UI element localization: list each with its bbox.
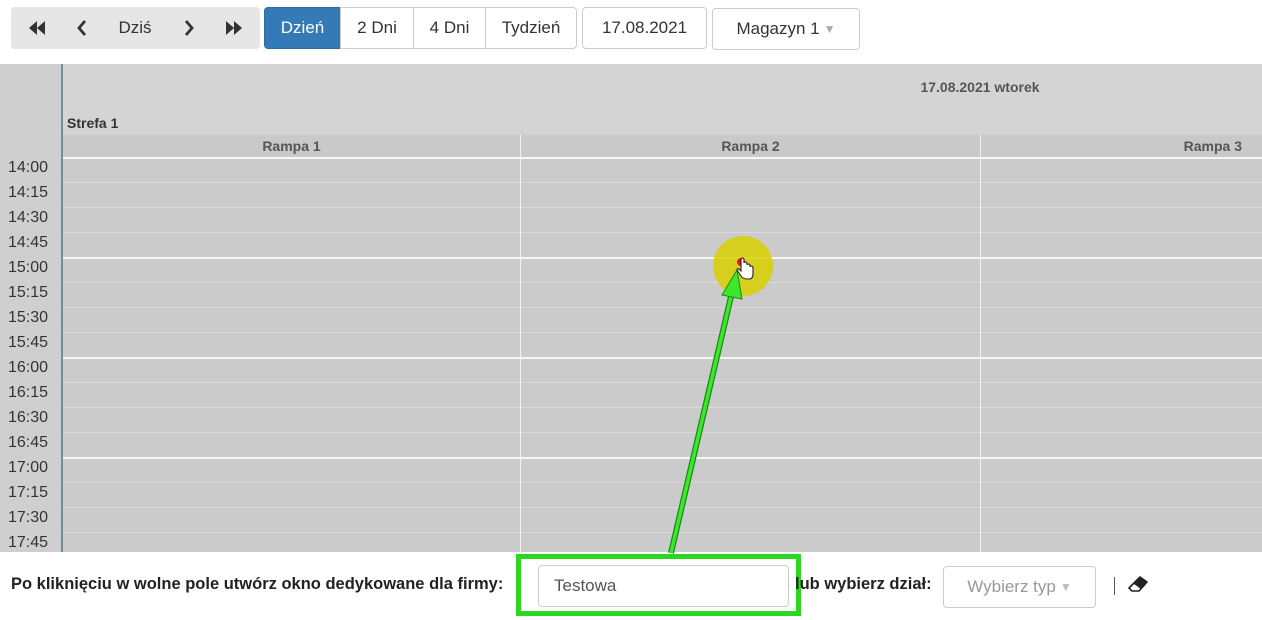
chevron-down-icon: ▼ [1059, 580, 1072, 594]
annotation-arrow [668, 268, 743, 554]
annotation-highlight-box [516, 554, 801, 616]
hand-cursor-icon [736, 257, 754, 280]
type-select[interactable]: Wybierz typ ▼ [943, 566, 1096, 608]
firm-label: Po kliknięciu w wolne pole utwórz okno d… [11, 575, 504, 593]
separator [1114, 577, 1115, 595]
type-placeholder: Wybierz typ [967, 577, 1056, 596]
eraser-icon[interactable] [1128, 576, 1148, 592]
department-label: lub wybierz dział: [795, 575, 932, 593]
